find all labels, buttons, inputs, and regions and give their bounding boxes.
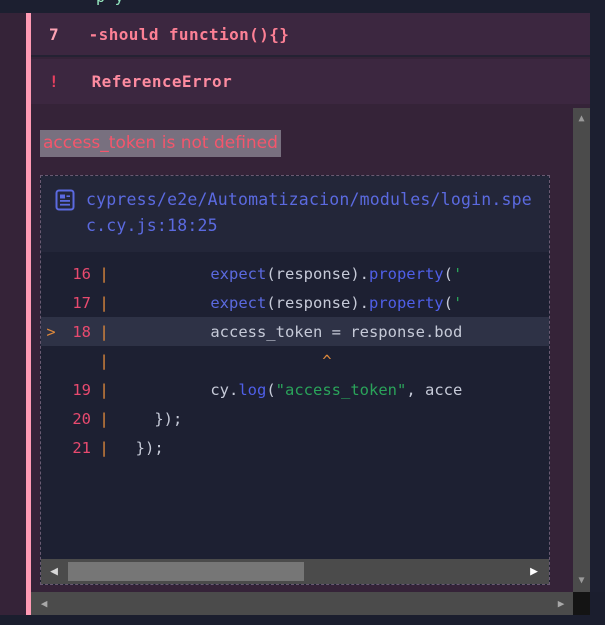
error-detail-scroll-area: access_token is not defined cypress/e2e/… (31, 104, 605, 592)
error-name: ReferenceError (91, 72, 233, 91)
error-message[interactable]: access_token is not defined (40, 130, 281, 157)
code-line-text: }); (117, 409, 183, 428)
code-line-text: expect(response).property(' (210, 293, 463, 312)
bottom-gutter (0, 615, 605, 625)
exclamation-icon: ! (49, 72, 59, 91)
right-gutter (590, 13, 605, 592)
code-line: 17 | expect(response).property(' (41, 288, 549, 317)
scroll-left-arrow[interactable]: ◀ (33, 592, 55, 615)
scrollbar-corner (573, 592, 590, 615)
clipped-command-tail: y (115, 0, 124, 6)
code-line-number: 20 (72, 409, 91, 428)
code-line-number: 16 (72, 264, 91, 283)
error-name-row: ! ReferenceError (31, 59, 605, 104)
code-lines: 16 | expect(response).property(' 17 | expec… (41, 252, 549, 464)
test-number: 7 (49, 24, 59, 44)
code-line: 19 | cy.log("access_token", acce (41, 375, 549, 404)
code-line-caret: > (46, 322, 56, 341)
code-line-gutter: | (99, 380, 109, 399)
code-line-gutter: | (99, 264, 109, 283)
error-panel-body: 7 -should function(){} ! ReferenceError … (0, 13, 605, 592)
test-title: -should function(){} (88, 24, 290, 44)
clipped-command-head: p (96, 0, 105, 6)
code-scroll-right-arrow[interactable]: ▶ (521, 564, 547, 579)
scroll-down-arrow[interactable]: ▼ (573, 574, 590, 588)
clipped-command-text: p y (96, 0, 124, 6)
test-title-row[interactable]: 7 -should function(){} (31, 13, 605, 57)
code-line-text: ^ (117, 351, 332, 370)
clipped-command-row: p y (0, 0, 605, 13)
cypress-error-panel: p y 7 -should function(){} ! ReferenceEr… (0, 0, 605, 625)
code-line-gutter: | (99, 351, 109, 370)
code-line-text: access_token = response.bod (117, 322, 463, 341)
code-scroll-left-arrow[interactable]: ◀ (41, 564, 67, 579)
code-line-gutter: | (99, 293, 109, 312)
code-line: >18 | access_token = response.bod (41, 317, 549, 346)
file-path-link[interactable]: cypress/e2e/Automatizacion/modules/login… (86, 187, 535, 239)
code-horizontal-scrollbar[interactable]: ◀ ▶ (41, 559, 549, 584)
code-frame-card: cypress/e2e/Automatizacion/modules/login… (40, 175, 550, 585)
file-path-row[interactable]: cypress/e2e/Automatizacion/modules/login… (41, 176, 549, 252)
horizontal-scrollbar[interactable]: ◀ ▶ (31, 592, 574, 615)
scroll-up-arrow[interactable]: ▲ (573, 112, 590, 126)
code-line-text: cy.log("access_token", acce (117, 380, 463, 399)
code-line-number: 17 (72, 293, 91, 312)
code-line-number: 21 (72, 438, 91, 457)
scroll-right-arrow[interactable]: ▶ (550, 592, 572, 615)
code-line-number: 19 (72, 380, 91, 399)
file-document-icon (55, 189, 75, 215)
code-line: 20 | }); (41, 404, 549, 433)
scrollbar-left-gap (0, 592, 31, 615)
code-scroll-thumb[interactable] (68, 562, 304, 581)
code-line-gutter: | (99, 409, 109, 428)
code-line: | ^ (41, 346, 549, 375)
vertical-scrollbar[interactable]: ▲ ▼ (573, 108, 590, 592)
code-line-text: }); (117, 438, 164, 457)
code-line: 21 | }); (41, 433, 549, 462)
code-line: 16 | expect(response).property(' (41, 259, 549, 288)
code-line-number: 18 (72, 322, 91, 341)
code-line-gutter: | (99, 438, 109, 457)
code-line-text: expect(response).property(' (210, 264, 463, 283)
code-line-gutter: | (99, 322, 109, 341)
